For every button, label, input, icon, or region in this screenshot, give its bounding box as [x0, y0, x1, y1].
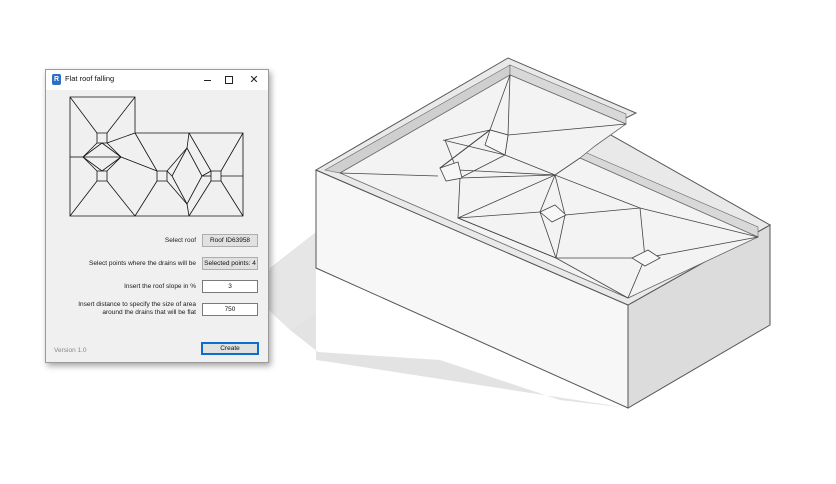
version-text: Version 1.0 [54, 347, 87, 354]
close-icon: ✕ [249, 73, 259, 86]
plan-drain-left-top [96, 132, 108, 144]
distance-label-line1: Insert distance to specify the size of a… [78, 301, 196, 308]
app-icon: R [52, 74, 61, 85]
flat-roof-dialog: R Flat roof falling ✕ Select roof Roof I… [45, 69, 269, 363]
title-bar: R Flat roof falling ✕ [46, 70, 268, 90]
select-points-label: Select points where the drains will be [89, 260, 196, 267]
minimize-icon [203, 79, 211, 81]
plan-diamond-middle [171, 147, 203, 205]
maximize-button[interactable] [217, 72, 241, 88]
dialog-title: Flat roof falling [65, 74, 115, 83]
roof-plan-preview [69, 96, 244, 217]
plan-outline [69, 96, 244, 217]
create-button[interactable]: Create [201, 342, 259, 355]
plan-drain-right [210, 170, 222, 182]
slope-input[interactable]: 3 [202, 280, 258, 293]
distance-input[interactable]: 750 [202, 303, 258, 316]
plan-drain-left-bottom [96, 170, 108, 182]
distance-label-line2: around the drains that will be flat [102, 309, 196, 316]
plan-drain-middle [156, 170, 168, 182]
maximize-icon [225, 76, 233, 84]
select-points-button[interactable]: Selected points: 4 [202, 257, 258, 270]
select-roof-label: Select roof [164, 237, 196, 244]
select-roof-button[interactable]: Roof ID63958 [202, 234, 258, 247]
close-button[interactable]: ✕ [242, 72, 266, 88]
minimize-button[interactable] [195, 72, 219, 88]
slope-label: Insert the roof slope in % [124, 283, 196, 290]
